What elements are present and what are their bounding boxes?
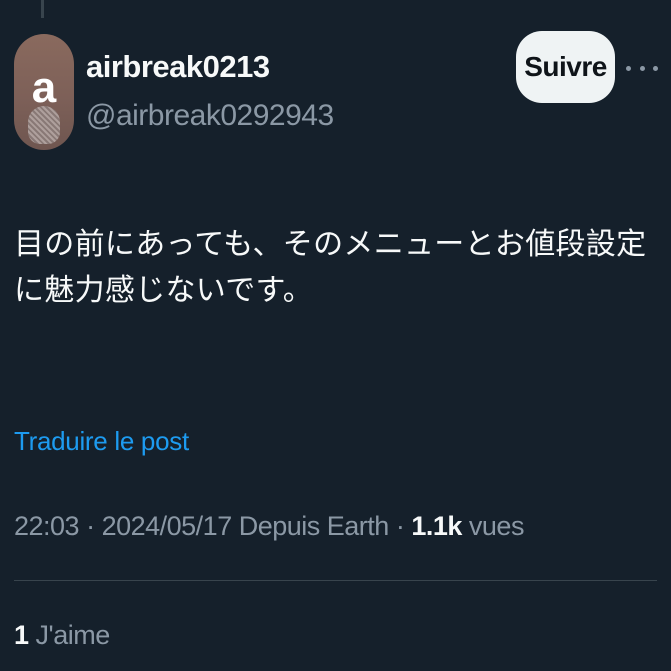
views-label: vues (468, 511, 525, 541)
thread-connector-line (41, 0, 44, 18)
translate-post-link[interactable]: Traduire le post (14, 426, 189, 457)
divider (14, 580, 657, 581)
author-display-name[interactable]: airbreak0213 (86, 49, 270, 85)
avatar-letter: a (31, 63, 57, 112)
likes-count: 1 (14, 620, 29, 650)
avatar[interactable]: a (14, 34, 74, 150)
post-time[interactable]: 22:03 (14, 511, 80, 541)
likes-link[interactable]: 1 J'aime (14, 620, 110, 651)
post-metadata: 22:03 · 2024/05/17 Depuis Earth · 1.1k v… (14, 511, 524, 542)
post-date[interactable]: 2024/05/17 (102, 511, 233, 541)
more-dot (653, 65, 658, 71)
likes-label: J'aime (35, 620, 111, 650)
meta-separator: · (79, 511, 102, 541)
author-handle[interactable]: @airbreak0292943 (86, 99, 334, 133)
follow-button[interactable]: Suivre (516, 31, 615, 103)
views-count: 1.1k (411, 511, 462, 541)
avatar-pattern (28, 106, 60, 144)
post-text: 目の前にあっても、そのメニューとお値段設定に魅力感じないです。 (14, 228, 647, 307)
post-source: Depuis Earth (238, 511, 390, 541)
meta-separator: · (388, 511, 412, 541)
more-dot (626, 65, 631, 71)
tweet-detail: a airbreak0213 @airbreak0292943 Suivre 目… (0, 0, 671, 671)
more-dot (639, 65, 645, 71)
more-horizontal-icon[interactable] (626, 58, 658, 78)
